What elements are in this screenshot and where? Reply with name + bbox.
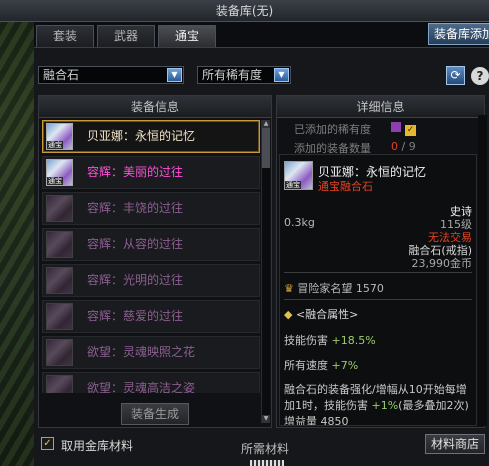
rarity-select[interactable]: 所有稀有度 ▼: [197, 66, 291, 84]
item-name: 欲望：灵魂映照之花: [87, 345, 196, 359]
fusion-stone-icon: [46, 195, 73, 222]
divider: [284, 272, 472, 273]
fusion-stone-icon: [46, 303, 73, 330]
use-gold-storage-checkbox[interactable]: ✓: [41, 437, 54, 450]
scroll-up-icon[interactable]: ▲: [262, 120, 270, 128]
detail-scrollbar[interactable]: [478, 115, 487, 426]
fame-icon: ♛: [284, 282, 294, 295]
chevron-down-icon: ▼: [274, 68, 289, 82]
fusion-description: 融合石的装备强化/增幅从10开始每增 加1时，技能伤害 +1%(最多叠加2次) …: [284, 383, 469, 426]
use-gold-storage-label: 取用金库材料: [61, 439, 134, 453]
tab-bar: 套装 武器 通宝: [36, 25, 217, 47]
refresh-icon[interactable]: ⟳: [446, 66, 465, 85]
list-item[interactable]: 容辉：慈爱的过往: [42, 300, 260, 333]
list-item[interactable]: 欲望：灵魂映照之花: [42, 336, 260, 369]
list-item[interactable]: 容辉：光明的过往: [42, 264, 260, 297]
equipment-library-window: 装备库(无) 套装 武器 通宝 装备库添加 融合石 ▼ 所有稀有度 ▼ ⟳ ? …: [0, 0, 489, 466]
rarity-swatch: [391, 122, 401, 132]
added-rarity-label: 已添加的稀有度: [294, 123, 371, 136]
fusion-stone-icon: [46, 267, 73, 294]
category-select[interactable]: 融合石 ▼: [38, 66, 184, 84]
tab-set[interactable]: 套装: [36, 25, 95, 47]
fusion-attr-title: ◆ <融合属性>: [284, 308, 359, 321]
item-name: 容辉：从容的过往: [87, 237, 184, 251]
add-to-library-button[interactable]: 装备库添加: [428, 23, 489, 45]
fusion-stone-icon: 通宝: [284, 161, 313, 190]
fusion-stone-icon: 通宝: [46, 123, 73, 150]
list-item[interactable]: 容辉：从容的过往: [42, 228, 260, 261]
tab-weapon[interactable]: 武器: [97, 25, 156, 47]
list-item[interactable]: 容辉：丰饶的过往: [42, 192, 260, 225]
fusion-stone-icon: [46, 375, 73, 393]
material-slot-strip: [250, 460, 284, 466]
window-title: 装备库(无): [0, 0, 489, 22]
check-icon: ✓: [405, 125, 416, 136]
diamond-icon: ◆: [284, 308, 293, 321]
material-shop-button[interactable]: 材料商店: [425, 434, 485, 454]
item-name: 容辉：丰饶的过往: [87, 201, 184, 215]
list-scrollbar[interactable]: ▲ ▼: [261, 120, 270, 423]
skill-damage-row: 技能伤害 +18.5%: [284, 334, 376, 347]
generate-equipment-button[interactable]: 装备生成: [121, 403, 189, 425]
fame-row: ♛ 冒险家名望 1570: [284, 282, 384, 295]
rarity-select-value: 所有稀有度: [202, 68, 263, 82]
all-speed-row: 所有速度 +7%: [284, 359, 359, 372]
list-item[interactable]: 通宝 贝亚娜：永恒的记忆: [42, 120, 260, 153]
fusion-stone-icon: 通宝: [46, 159, 73, 186]
equipment-info-header: 装备信息: [39, 96, 271, 118]
filter-bar: 融合石 ▼ 所有稀有度 ▼: [38, 66, 489, 86]
equipment-list-panel: 装备信息 通宝 贝亚娜：永恒的记忆 通宝 容辉：美丽的过往 容辉：丰饶的过往 容…: [38, 95, 272, 428]
category-select-value: 融合石: [43, 68, 80, 82]
item-tooltip: 通宝 贝亚娜：永恒的记忆 通宝融合石 史诗 0.3kg 115级 无法交易 融合…: [279, 154, 477, 426]
scroll-thumb[interactable]: [262, 128, 270, 168]
item-name: 容辉：慈爱的过往: [87, 309, 184, 323]
item-name: 容辉：美丽的过往: [87, 165, 184, 179]
list-item[interactable]: 通宝 容辉：美丽的过往: [42, 156, 260, 189]
required-materials-title: 所需材料: [241, 442, 290, 456]
price-text: 23,990金币: [411, 257, 473, 270]
detail-info-header: 详细信息: [277, 96, 484, 118]
weight-text: 0.3kg: [284, 216, 315, 229]
detail-item-type: 通宝融合石: [318, 180, 373, 193]
divider: [284, 299, 472, 300]
scroll-down-icon[interactable]: ▼: [262, 415, 270, 423]
fusion-stone-icon: [46, 339, 73, 366]
equipment-list: 通宝 贝亚娜：永恒的记忆 通宝 容辉：美丽的过往 容辉：丰饶的过往 容辉：从容的…: [42, 120, 260, 393]
item-name: 欲望：灵魂高洁之姿: [87, 381, 196, 393]
item-name: 贝亚娜：永恒的记忆: [87, 129, 196, 143]
item-name: 容辉：光明的过往: [87, 273, 184, 287]
chevron-down-icon: ▼: [167, 68, 182, 82]
fusion-stone-icon: [46, 231, 73, 258]
help-icon[interactable]: ?: [471, 67, 489, 85]
tab-tongbao[interactable]: 通宝: [158, 25, 217, 47]
added-rarity-row: 已添加的稀有度 ✓: [294, 121, 416, 137]
list-item[interactable]: 欲望：灵魂高洁之姿: [42, 372, 260, 393]
